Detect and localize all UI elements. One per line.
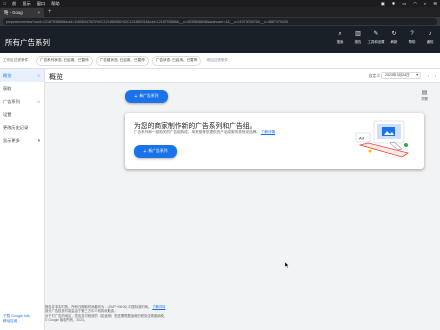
notifications-icon: ♪ [428,31,432,37]
home-icon: ⌂ [37,73,40,78]
card-title: 为您的商家制作新的广告系列和广告组。 [134,123,257,130]
menu-apple-icon[interactable]:  [3,1,6,6]
filter-chip-adgroup-status[interactable]: 广告组状态: 已启用、已暂停 [95,55,149,66]
filter-chip-campaign-status[interactable]: 广告系列状态: 已启用、已暂停 [36,55,93,66]
plus-icon: + [143,148,147,155]
chevron-down-icon: ▾ [416,73,418,77]
tools-button[interactable]: ✎ 工具和设置 [367,31,385,44]
create-campaign-card: 为您的商家制作新的广告系列和广告组。 广告系列和一组相关的广告组构成，用来推荐您… [125,113,424,169]
footer-line: © Google 版权所有，2023。 [45,317,88,322]
control-center-icon[interactable]: ☰ [433,1,437,6]
learn-more-link[interactable]: 了解详情 [261,130,275,134]
menu-item[interactable]: 窗口 [37,1,45,7]
main-content: 概览 自定义 2023年3月24日 ▾ ‹ › + 新广告系列 ▤ 洞察 为您的… [45,69,440,330]
sidebar-item-recommendations[interactable]: 获取 [0,82,44,95]
page-title: 所有广告系列 [5,38,50,47]
button-label: 新广告系列 [139,94,159,98]
refresh-icon: ↻ [391,31,397,37]
status-icons: ▣ ✱ ▭ ◠ ⌕ ☰ [381,1,437,6]
tool-label: 刷新 [390,40,398,44]
sidebar-item-campaigns[interactable]: 广告系列 ⌂ [0,95,44,108]
spotlight-icon[interactable]: ⌕ [424,1,426,6]
sidebar-item-label: 设置 [3,111,12,117]
tray-icon[interactable]: ▣ [381,1,385,6]
menu-item[interactable]: 帮助 [51,1,59,7]
campaign-illustration-icon: Ad [355,120,409,158]
filter-label: 工作区过滤条件 [3,58,29,62]
refresh-button[interactable]: ↻ 刷新 [386,31,402,44]
sidebar-item-show-more[interactable]: 显示更多 ▾ [0,134,44,147]
close-tab-icon[interactable]: × [37,10,40,15]
sidebar-item-label: 广告系列 [3,98,20,104]
tool-label: 帮助 [408,40,416,44]
date-range-value: 2023年3月24日 [385,73,410,77]
battery-icon[interactable]: ▭ [402,1,406,6]
help-icon: ? [410,31,414,37]
browser-urlbar: ps/pvw/overview?ocid=1218793868&euid=116… [0,17,440,26]
browser-tab[interactable]: 略 - Goog × [0,8,44,17]
app-header: 所有广告系列 ⌕ 搜索 ▥ 报告 ✎ 工具和设置 ↻ 刷新 ? 帮助 ♪ 通知 [0,26,440,53]
new-tab-icon[interactable]: + [48,9,52,15]
new-campaign-button[interactable]: + 新广告系列 [125,90,168,103]
tool-label: 通知 [426,40,434,44]
tool-label: 报告 [354,40,362,44]
tool-label: 搜索 [336,40,344,44]
chevron-left-icon[interactable]: ‹ [428,73,429,78]
campaigns-icon: ⌂ [37,99,40,104]
page-header: 概览 自定义 2023年3月24日 ▾ ‹ › [45,69,440,83]
wifi-icon[interactable]: ◠ [413,1,417,6]
insights-button[interactable]: ▤ 洞察 [421,90,428,101]
card-description-text: 广告系列和一组相关的广告组构成，用来推荐您提供的产品或服务类别或品牌。 [134,130,260,134]
browser-tabstrip: 略 - Goog × + [0,7,440,17]
sidebar-item-label: 获取 [3,85,12,91]
svg-text:Ad: Ad [359,136,364,141]
tool-label: 工具和设置 [367,40,385,44]
tab-title: 略 - Goog [4,9,23,15]
help-button[interactable]: ? 帮助 [404,31,420,44]
address-bar[interactable]: ps/pvw/overview?ocid=1218793868&euid=116… [3,18,437,25]
sidebar-item-label: 概览 [3,72,12,78]
insights-label: 洞察 [421,97,428,101]
reports-button[interactable]: ▥ 报告 [350,31,366,44]
filter-bar: 工作区过滤条件 广告系列状态: 已启用、已暂停 广告组状态: 已启用、已暂停 广… [0,53,440,69]
chevron-right-icon[interactable]: › [435,73,436,78]
date-range-select[interactable]: 2023年3月24日 ▾ [381,72,421,79]
toolbar: ⌕ 搜索 ▥ 报告 ✎ 工具和设置 ↻ 刷新 ? 帮助 ♪ 通知 [332,31,438,44]
sidebar-item-overview[interactable]: 概览 ⌂ [0,69,44,82]
page-footer: 报告并非实时的。所有日期和时间都均为：(GMT+08:00) 中国标准时间。 了… [0,305,440,322]
new-campaign-card-button[interactable]: + 新广告系列 [134,145,177,158]
tools-icon: ✎ [373,31,379,37]
filter-chip-ad-status[interactable]: 广告状态: 已启用、已暂停 [151,55,202,66]
footer-learn-more-link[interactable]: 了解详情 [152,305,165,309]
reports-icon: ▥ [355,31,361,37]
sidebar-item-label: 更改历史记录 [3,124,29,130]
sidebar-item-settings[interactable]: 设置 [0,108,44,121]
plus-icon: + [134,93,138,100]
system-menubar:  前 显示 窗口 帮助 ▣ ✱ ▭ ◠ ⌕ ☰ [0,0,440,7]
sidebar-item-label: 显示更多 [3,137,20,143]
card-description: 广告系列和一组相关的广告组构成，用来推荐您提供的产品或服务类别或品牌。 了解详情 [134,130,275,135]
add-filter-button[interactable]: 添加过滤条件 [206,58,228,63]
menu-item[interactable]: 显示 [22,1,30,7]
sidebar: 概览 ⌂ 获取 广告系列 ⌂ 设置 更改历史记录 显示更多 ▾ 下载 Googl… [0,69,45,330]
sidebar-item-change-history[interactable]: 更改历史记录 [0,121,44,134]
bluetooth-icon[interactable]: ✱ [392,1,396,6]
search-icon: ⌕ [338,31,342,37]
menu-item[interactable]: 前 [12,1,16,7]
chevron-down-icon: ▾ [37,137,40,143]
mouse-cursor-icon [285,262,289,268]
button-label: 新广告系列 [148,149,168,153]
search-button[interactable]: ⌕ 搜索 [332,31,348,44]
section-title: 概览 [49,74,63,81]
date-range-label: 自定义 [368,74,380,78]
notifications-button[interactable]: ♪ 通知 [422,31,438,44]
